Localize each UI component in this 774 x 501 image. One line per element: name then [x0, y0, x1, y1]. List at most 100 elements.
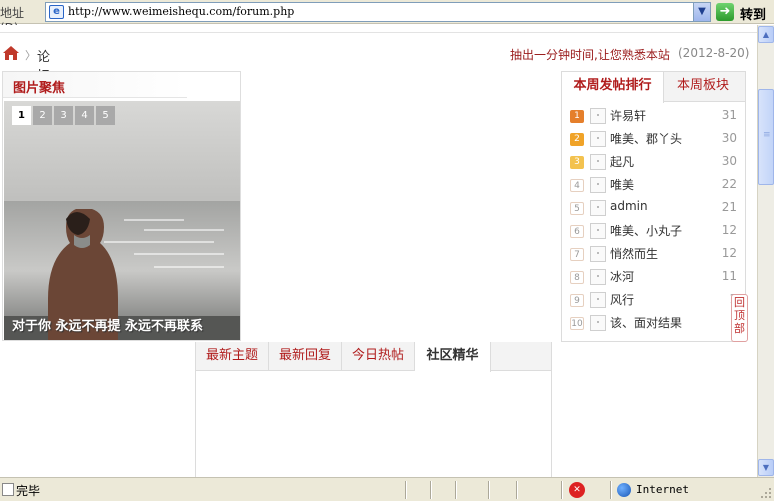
slideshow-photo	[4, 101, 240, 340]
ranking-row: 4 唯美 22	[562, 174, 745, 197]
ranking-username[interactable]: 悄然而生	[610, 245, 658, 262]
ranking-tabs: 本周发帖排行 本周板块	[562, 72, 745, 103]
rank-badge: 5	[570, 202, 584, 215]
status-divider	[405, 481, 407, 499]
slide-number-5[interactable]: 5	[96, 106, 115, 125]
tab-today-hot[interactable]: 今日热帖	[342, 342, 415, 371]
tab-weekly-post-ranking[interactable]: 本周发帖排行	[562, 72, 664, 103]
status-divider	[430, 481, 432, 499]
ranking-row: 5 admin 21	[562, 197, 745, 220]
status-divider	[561, 481, 563, 499]
avatar-icon[interactable]	[590, 246, 606, 262]
slide-number-3[interactable]: 3	[54, 106, 73, 125]
tab-latest-topics[interactable]: 最新主题	[196, 342, 269, 371]
avatar-icon[interactable]	[590, 131, 606, 147]
slide-number-2[interactable]: 2	[33, 106, 52, 125]
avatar-icon[interactable]	[590, 200, 606, 216]
slide-number-1[interactable]: 1	[12, 106, 31, 125]
ranking-username[interactable]: admin	[610, 199, 648, 213]
resize-grip-icon[interactable]	[760, 487, 772, 499]
ranking-username[interactable]: 唯美、郡丫头	[610, 130, 682, 147]
tab-community-highlights[interactable]: 社区精华	[415, 342, 491, 372]
page-status-icon	[2, 483, 14, 496]
slide-caption[interactable]: 对于你 永远不再提 永远不再联系	[12, 315, 203, 334]
avatar-icon[interactable]	[590, 154, 606, 170]
go-button[interactable]: ➜ 转到	[716, 2, 772, 23]
ranking-username[interactable]: 唯美、小丸子	[610, 222, 682, 239]
news-tabs: 最新主题 最新回复 今日热帖 社区精华	[196, 342, 551, 372]
ranking-row: 9 风行 1	[562, 289, 745, 312]
ranking-username[interactable]: 起凡	[610, 153, 634, 170]
scroll-up-icon[interactable]: ▲	[758, 26, 774, 43]
post-count: 30	[721, 154, 737, 168]
page-icon: e	[49, 5, 64, 19]
tab-weekly-board[interactable]: 本周板块	[665, 72, 741, 103]
dropdown-arrow-icon[interactable]: ▼	[693, 3, 710, 21]
avatar-icon[interactable]	[590, 269, 606, 285]
post-count: 21	[721, 200, 737, 214]
rank-badge: 6	[570, 225, 584, 238]
ranking-username[interactable]: 风行	[610, 291, 634, 308]
ranking-row: 2 唯美、郡丫头 30	[562, 128, 745, 151]
post-count: 22	[721, 177, 737, 191]
picture-focus-header: 图片聚焦	[3, 72, 187, 98]
post-count: 11	[721, 269, 737, 283]
globe-icon	[617, 483, 631, 497]
ranking-row: 10 该、面对结果	[562, 312, 745, 335]
scroll-thumb[interactable]	[758, 89, 774, 185]
status-divider	[455, 481, 457, 499]
go-arrow-icon: ➜	[716, 3, 734, 21]
rank-badge: 10	[570, 317, 584, 330]
ranking-row: 7 悄然而生 12	[562, 243, 745, 266]
rank-badge: 2	[570, 133, 584, 146]
ranking-username[interactable]: 许易轩	[610, 107, 646, 124]
promo-link[interactable]: 抽出一分钟时间,让您熟悉本站	[510, 46, 670, 63]
tab-latest-replies[interactable]: 最新回复	[269, 342, 342, 371]
vertical-scrollbar[interactable]: ▲ ▼	[757, 25, 774, 477]
rank-badge: 1	[570, 110, 584, 123]
page-viewport: 〉 论坛 抽出一分钟时间,让您熟悉本站 (2012-8-20) 图片聚焦	[0, 25, 757, 477]
back-to-top-button[interactable]: 回顶部	[731, 294, 748, 342]
ranking-username[interactable]: 冰河	[610, 268, 634, 285]
scroll-down-icon[interactable]: ▼	[758, 459, 774, 476]
avatar-icon[interactable]	[590, 177, 606, 193]
picture-focus-panel: 图片聚焦 1 2 3 4 5 对于你 永远不再提 永远不再联系	[2, 71, 241, 341]
status-divider	[610, 481, 612, 499]
status-divider	[516, 481, 518, 499]
rank-badge: 3	[570, 156, 584, 169]
avatar-icon[interactable]	[590, 292, 606, 308]
slide-number-4[interactable]: 4	[75, 106, 94, 125]
ranking-row: 1 许易轩 31	[562, 105, 745, 128]
post-count: 31	[721, 108, 737, 122]
address-toolbar: 地址 (D) e http://www.weimeishequ.com/foru…	[0, 0, 774, 35]
rank-badge: 9	[570, 294, 584, 307]
address-input[interactable]: e http://www.weimeishequ.com/forum.php ▼	[45, 2, 711, 22]
avatar-icon[interactable]	[590, 315, 606, 331]
post-count: 12	[721, 246, 737, 260]
promo-date: (2012-8-20)	[678, 46, 750, 60]
ranking-row: 8 冰河 11	[562, 266, 745, 289]
status-bar: 完毕 ✕ Internet	[0, 477, 774, 501]
rank-badge: 8	[570, 271, 584, 284]
ranking-username[interactable]: 该、面对结果	[610, 314, 682, 331]
avatar-icon[interactable]	[590, 108, 606, 124]
slideshow-image[interactable]: 1 2 3 4 5 对于你 永远不再提 永远不再联系	[4, 101, 240, 340]
status-divider	[488, 481, 490, 499]
status-text: 完毕	[16, 484, 41, 498]
avatar-icon[interactable]	[590, 223, 606, 239]
picture-focus-title: 图片聚焦	[13, 81, 66, 96]
post-count: 12	[721, 223, 737, 237]
security-zone[interactable]: Internet	[636, 483, 689, 496]
ranking-row: 6 唯美、小丸子 12	[562, 220, 745, 243]
popup-blocked-icon[interactable]: ✕	[569, 482, 585, 498]
home-icon[interactable]	[2, 45, 20, 61]
rank-badge: 4	[570, 179, 584, 192]
forum-news-panel: 最新主题 最新回复 今日热帖 社区精华	[195, 342, 552, 477]
go-label: 转到	[740, 8, 767, 23]
address-url[interactable]: http://www.weimeishequ.com/forum.php	[68, 5, 294, 18]
ranking-row: 3 起凡 30	[562, 151, 745, 174]
ranking-panel: 本周发帖排行 本周板块 1 许易轩 31 2 唯美、郡丫头 30 3 起凡 30	[561, 71, 746, 342]
ranking-username[interactable]: 唯美	[610, 176, 634, 193]
header-remnant	[0, 25, 757, 33]
rank-badge: 7	[570, 248, 584, 261]
